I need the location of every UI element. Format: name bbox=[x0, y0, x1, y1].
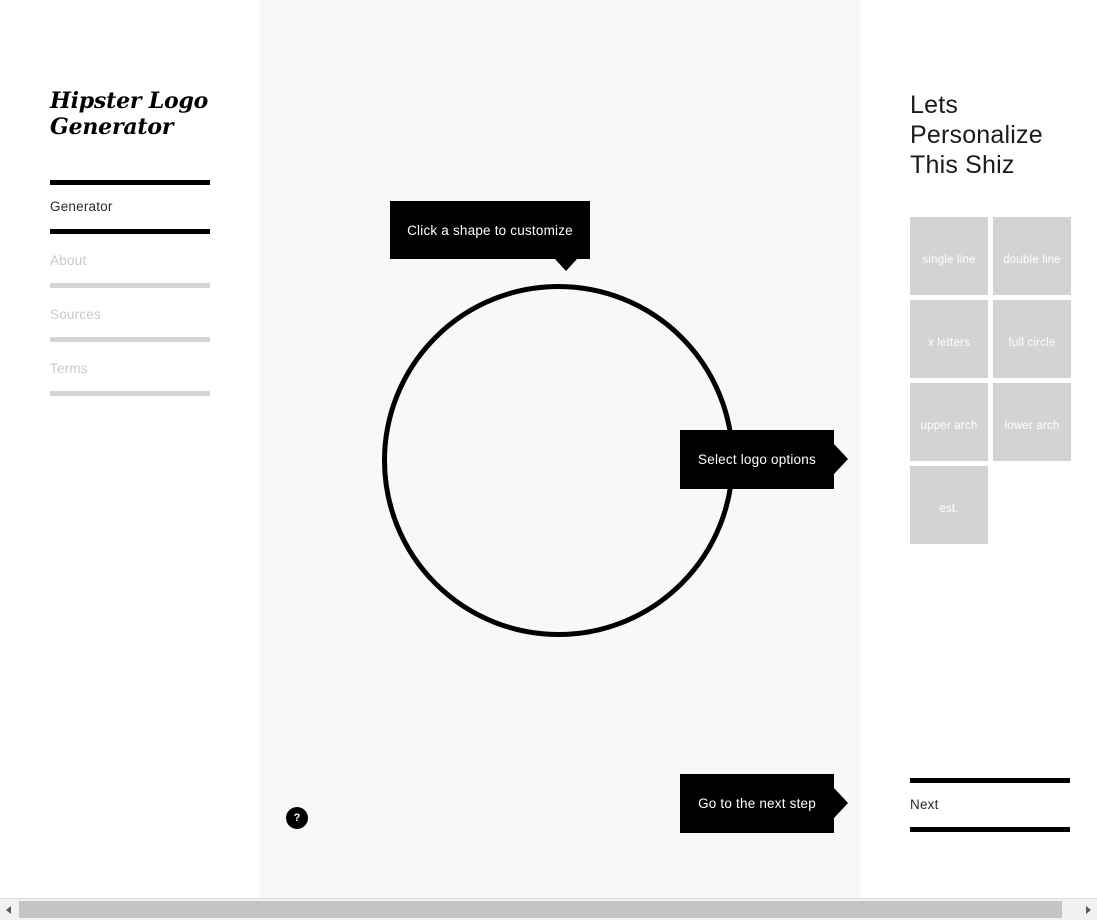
option-tile-x-letters[interactable]: x letters bbox=[910, 300, 988, 378]
option-tile-label: lower arch bbox=[1004, 420, 1060, 433]
next-button-label: Next bbox=[910, 797, 939, 812]
callout-pointer-down-icon bbox=[555, 259, 577, 271]
option-tile-label: est. bbox=[939, 503, 959, 516]
option-tile-full-circle[interactable]: full circle bbox=[993, 300, 1071, 378]
sidebar-item-terms[interactable]: Terms bbox=[50, 342, 210, 396]
nav-rule-top bbox=[910, 778, 1070, 783]
sidebar-item-sources[interactable]: Sources bbox=[50, 288, 210, 342]
callout-go-to-next-step[interactable]: Go to the next step bbox=[680, 774, 848, 833]
scrollbar-track[interactable] bbox=[17, 899, 1080, 920]
sidebar-item-label: Sources bbox=[50, 307, 101, 322]
callout-label: Select logo options bbox=[698, 452, 816, 467]
logo-canvas[interactable]: Click a shape to customize Select logo o… bbox=[260, 0, 860, 898]
help-icon[interactable]: ? bbox=[286, 807, 308, 829]
option-tile-label: upper arch bbox=[920, 420, 978, 433]
option-tile-upper-arch[interactable]: upper arch bbox=[910, 383, 988, 461]
logo-option-grid: single line double line x letters full c… bbox=[910, 217, 1072, 544]
option-tile-lower-arch[interactable]: lower arch bbox=[993, 383, 1071, 461]
options-panel: Lets Personalize This Shiz single line d… bbox=[860, 0, 1097, 898]
next-button[interactable]: Next bbox=[910, 778, 1070, 832]
option-tile-label: single line bbox=[922, 254, 976, 267]
option-tile-est[interactable]: est. bbox=[910, 466, 988, 544]
option-tile-label: x letters bbox=[927, 337, 971, 350]
sidebar-item-label: Terms bbox=[50, 361, 88, 376]
callout-select-logo-options[interactable]: Select logo options bbox=[680, 430, 848, 489]
nav-rule-top bbox=[50, 180, 210, 185]
option-tile-double-line[interactable]: double line bbox=[993, 217, 1071, 295]
scroll-right-arrow-icon[interactable] bbox=[1080, 899, 1097, 920]
sidebar-item-label: About bbox=[50, 253, 87, 268]
callout-click-shape[interactable]: Click a shape to customize bbox=[390, 201, 590, 271]
scroll-left-arrow-icon[interactable] bbox=[0, 899, 17, 920]
option-tile-single-line[interactable]: single line bbox=[910, 217, 988, 295]
app-root: Hipster Logo Generator Generator About S… bbox=[0, 0, 1097, 920]
option-tile-label: full circle bbox=[1008, 337, 1056, 350]
scrollbar-thumb[interactable] bbox=[19, 901, 1062, 918]
nav-rule-bottom bbox=[910, 827, 1070, 832]
panel-title: Lets Personalize This Shiz bbox=[910, 91, 1043, 179]
app-title: Hipster Logo Generator bbox=[50, 88, 209, 140]
option-tile-label: double line bbox=[1003, 254, 1061, 267]
callout-label: Go to the next step bbox=[698, 796, 816, 811]
help-label: ? bbox=[293, 812, 301, 824]
sidebar-item-about[interactable]: About bbox=[50, 234, 210, 288]
sidebar: Hipster Logo Generator Generator About S… bbox=[0, 0, 260, 898]
nav-rule-bottom bbox=[50, 391, 210, 396]
callout-label: Click a shape to customize bbox=[407, 222, 573, 238]
callout-pointer-right-icon bbox=[834, 444, 848, 474]
sidebar-item-label: Generator bbox=[50, 199, 113, 214]
sidebar-item-generator[interactable]: Generator bbox=[50, 180, 210, 234]
horizontal-scrollbar[interactable] bbox=[0, 898, 1097, 920]
callout-pointer-right-icon bbox=[834, 788, 848, 818]
